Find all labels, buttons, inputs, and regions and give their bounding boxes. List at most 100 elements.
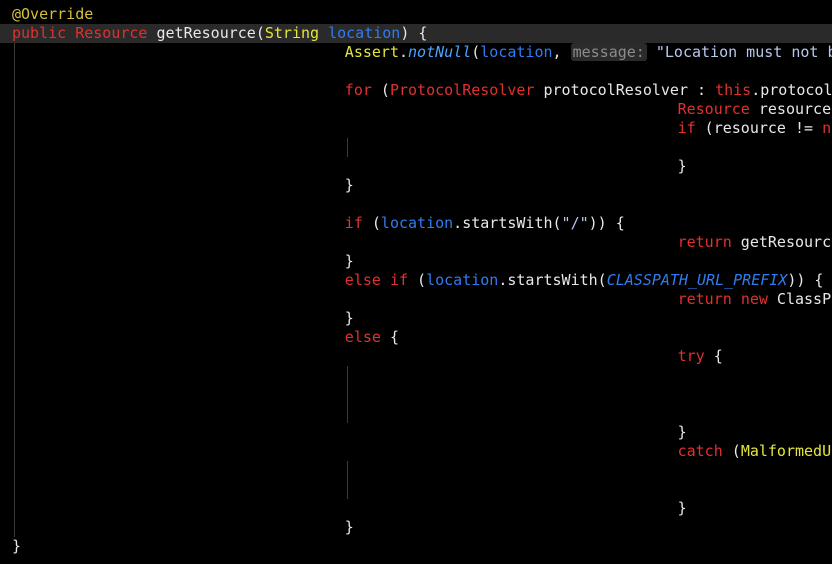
code-token: } [677, 499, 687, 517]
code-token: ) { [400, 24, 428, 42]
code-token: ( [471, 43, 481, 61]
code-token: else [344, 271, 381, 289]
code-line[interactable]: if (resource != null) { [0, 119, 832, 138]
code-token: if [389, 271, 409, 289]
code-token: resource = protocolResolver.resolve( [758, 100, 832, 118]
code-token: try [677, 347, 705, 365]
code-line[interactable]: } [0, 157, 832, 176]
code-token: CLASSPATH_URL_PREFIX [606, 271, 788, 289]
code-line-text: } [345, 252, 354, 271]
code-line[interactable]: else if (location.startsWith(CLASSPATH_U… [0, 271, 832, 290]
code-token: "Location must not be null" [655, 43, 832, 61]
code-line-text: else { [345, 328, 399, 347]
code-line-text: for (ProtocolResolver protocolResolver :… [345, 81, 832, 100]
code-line[interactable]: } [0, 176, 832, 195]
code-token: )) { [787, 271, 824, 289]
code-token: else [344, 328, 381, 346]
code-token: Resource [677, 100, 750, 118]
code-token: ( [408, 271, 427, 289]
code-token: String [264, 24, 320, 42]
code-token: return [677, 233, 732, 251]
code-line[interactable]: } [0, 499, 832, 518]
code-token: this [715, 81, 752, 99]
code-line[interactable]: Assert.notNull(location, message: "Locat… [0, 43, 832, 62]
code-token: .protocolResolvers) { [751, 81, 832, 99]
parameter-hint: message: [570, 43, 647, 61]
code-line-text: } [345, 176, 354, 195]
code-line[interactable]: return new UrlResource(url); [0, 404, 832, 423]
code-token: location [380, 214, 454, 232]
code-token: "/" [561, 214, 589, 232]
code-editor[interactable]: @Override public Resource getResource(Str… [0, 0, 832, 564]
code-line-text: } [345, 309, 354, 328]
code-line[interactable]: } [0, 309, 832, 328]
code-token: . [398, 43, 409, 61]
code-line-text: public Resource getResource(String locat… [12, 24, 427, 43]
code-line[interactable] [0, 195, 832, 214]
code-token: catch [677, 442, 723, 460]
code-token: .startsWith( [498, 271, 607, 289]
code-line-text: try { [678, 347, 723, 366]
code-line[interactable]: // Try to parse the location as a URL... [0, 366, 832, 385]
code-token: if [344, 214, 363, 232]
code-token: @Override [12, 5, 94, 23]
code-token: } [344, 252, 354, 270]
code-line-text: @Override [12, 5, 93, 24]
code-token: } [677, 423, 687, 441]
code-line[interactable]: else { [0, 328, 832, 347]
code-line-text: catch (MalformedURLException ex) { [678, 442, 832, 461]
code-line-text: return new ClassPathResource(location.su… [678, 290, 832, 309]
code-token: location [328, 24, 401, 42]
code-token: getResourceByPath( [740, 233, 832, 251]
code-line-text: if (location.startsWith("/")) { [345, 214, 625, 233]
code-line[interactable] [0, 62, 832, 81]
code-token: { [380, 328, 399, 346]
code-line[interactable]: return new ClassPathResource(location.su… [0, 290, 832, 309]
code-line[interactable]: } [0, 518, 832, 537]
code-line[interactable]: Resource resource = protocolResolver.res… [0, 100, 832, 119]
code-token: MalformedURLException [740, 442, 832, 460]
code-line-text: } [12, 537, 21, 556]
code-line[interactable]: if (location.startsWith("/")) { [0, 214, 832, 233]
code-line[interactable]: return getResourceByPath(location); [0, 480, 832, 499]
code-token: for [344, 81, 372, 99]
code-line[interactable]: for (ProtocolResolver protocolResolver :… [0, 81, 832, 100]
code-line[interactable]: URL url = new URL(location); [0, 385, 832, 404]
code-token: location [426, 271, 499, 289]
code-token: notNull [408, 43, 472, 61]
code-token: ClassPathResource( [776, 290, 832, 308]
code-line[interactable]: // No URL -> resolve as resource path. [0, 461, 832, 480]
code-line[interactable]: public Resource getResource(String locat… [0, 24, 832, 43]
code-line-text: else if (location.startsWith(CLASSPATH_U… [345, 271, 824, 290]
code-line-text: if (resource != null) { [678, 119, 832, 138]
code-token: } [344, 176, 354, 194]
code-token: , [552, 43, 571, 61]
code-line[interactable]: catch (MalformedURLException ex) { [0, 442, 832, 461]
code-line[interactable]: } [0, 423, 832, 442]
code-token: new [740, 290, 768, 308]
code-token: ( [255, 24, 265, 42]
code-token: null [822, 119, 832, 137]
code-token: { [704, 347, 723, 365]
code-line-text: } [678, 157, 687, 176]
code-token: public [12, 24, 67, 42]
code-line[interactable]: return getResourceByPath(location); [0, 233, 832, 252]
code-line[interactable]: } [0, 252, 832, 271]
code-token: ( [362, 214, 381, 232]
code-line[interactable]: } [0, 537, 832, 556]
code-line-text: Resource resource = protocolResolver.res… [678, 100, 832, 119]
code-token: return [677, 290, 732, 308]
code-token: ProtocolResolver [389, 81, 535, 99]
code-token: ( [371, 81, 390, 99]
code-line[interactable]: return resource; [0, 138, 832, 157]
code-line[interactable]: @Override [0, 5, 832, 24]
code-token: } [344, 518, 354, 536]
code-token: Resource [75, 24, 148, 42]
code-token: protocolResolver : [534, 81, 716, 99]
code-line[interactable]: try { [0, 347, 832, 366]
